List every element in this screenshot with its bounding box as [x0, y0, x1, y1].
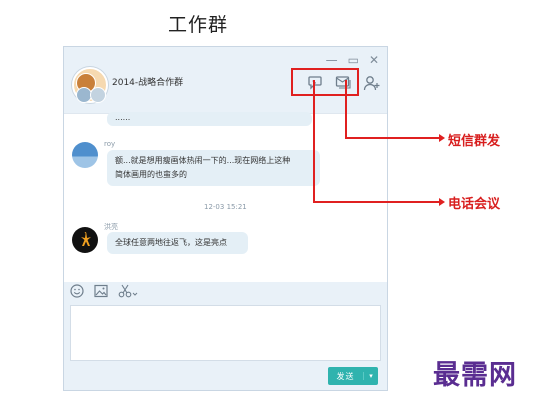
message-text: 简体画用的也蛮多的: [115, 170, 187, 179]
arrow-icon: [439, 134, 445, 142]
input-toolbar: [64, 281, 387, 305]
emoji-icon[interactable]: [70, 284, 84, 302]
message-text: 额...就是想用瘦画体热闹一下的...现在网络上这种: [115, 156, 291, 165]
message-input[interactable]: [70, 305, 381, 361]
annotation-line: [313, 201, 440, 203]
message-text: ......: [115, 113, 131, 122]
sender-name: 洪亮: [104, 223, 118, 231]
avatar[interactable]: [72, 142, 98, 168]
annotation-conference: 电话会议: [448, 197, 501, 212]
annotation-sms: 短信群发: [448, 134, 501, 149]
image-icon[interactable]: [94, 284, 108, 302]
watermark-logo: 最需网: [433, 360, 517, 391]
sender-name: roy: [104, 140, 116, 148]
annotation-line: [313, 80, 315, 202]
add-member-icon[interactable]: [363, 75, 381, 91]
page-title: 工作群: [168, 14, 229, 36]
send-button[interactable]: 发送 ▾: [328, 367, 378, 385]
chat-window: — ▭ ✕ 2014-战略合作群 ...... roy 额...就是想用瘦画体热…: [63, 46, 388, 391]
message-text: 全球任意两地往返飞，这是亮点: [115, 238, 227, 247]
chat-header: 2014-战略合作群: [64, 61, 387, 113]
send-options-chevron-icon[interactable]: ▾: [363, 372, 378, 380]
message-bubble: 全球任意两地往返飞，这是亮点: [107, 232, 248, 254]
message-bubble: 额...就是想用瘦画体热闹一下的...现在网络上这种 简体画用的也蛮多的: [107, 150, 320, 186]
group-title: 2014-战略合作群: [112, 78, 184, 88]
group-avatar[interactable]: [72, 67, 108, 103]
highlight-box: [291, 68, 359, 96]
message-bubble: ......: [107, 112, 312, 126]
timestamp: 12-03 15:21: [204, 203, 247, 211]
avatar[interactable]: [72, 227, 98, 253]
screenshot-scissors-icon[interactable]: [118, 284, 138, 302]
member-avatar: [90, 87, 106, 103]
arrow-icon: [439, 198, 445, 206]
annotation-line: [345, 137, 440, 139]
chat-area: ...... roy 额...就是想用瘦画体热闹一下的...现在网络上这种 简体…: [64, 112, 387, 282]
send-button-label: 发送: [336, 371, 355, 381]
annotation-line: [345, 80, 347, 138]
